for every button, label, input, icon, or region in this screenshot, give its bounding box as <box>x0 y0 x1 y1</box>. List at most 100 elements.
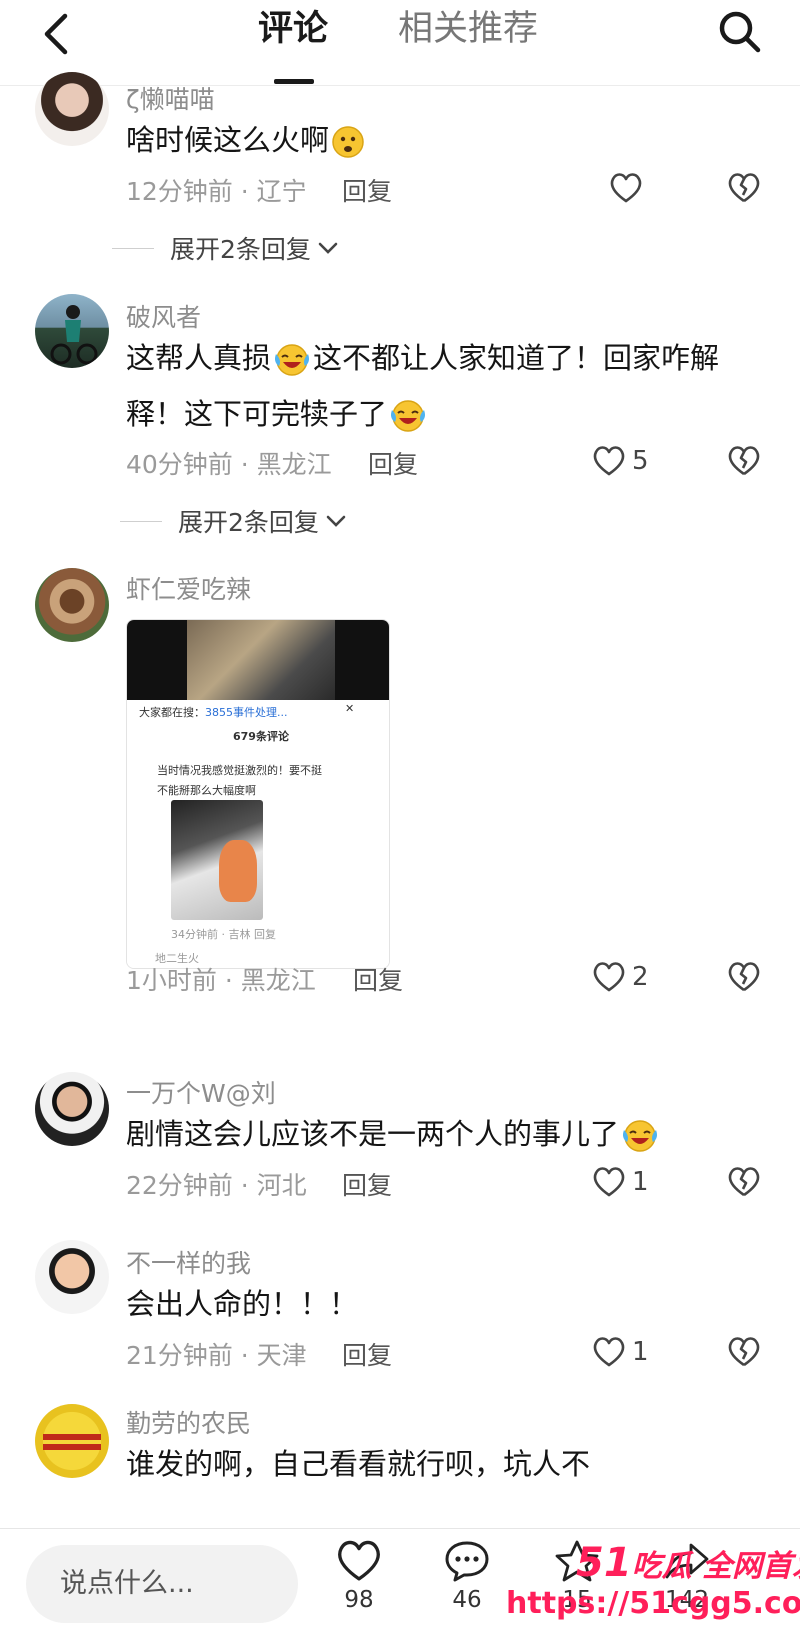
like-count: 98 <box>344 1587 374 1613</box>
broken-heart-icon <box>728 446 760 476</box>
comment-location: 辽宁 <box>256 177 307 206</box>
like-button[interactable]: 1 <box>592 1332 649 1372</box>
expand-replies-label: 展开2条回复 <box>178 508 319 537</box>
chevron-down-icon <box>318 242 338 254</box>
like-button[interactable]: 5 <box>592 441 649 481</box>
reply-button[interactable]: 回复 <box>342 1166 392 1202</box>
broken-heart-icon <box>728 1337 760 1367</box>
tab-comments[interactable]: 评论 <box>258 6 328 52</box>
avatar[interactable] <box>35 1240 109 1314</box>
embedded-line-1: 当时情况我感觉挺激烈的！要不挺 <box>157 764 322 777</box>
heart-outline-icon <box>338 1540 380 1581</box>
heart-outline-icon <box>593 962 625 992</box>
dislike-button[interactable] <box>724 441 764 481</box>
reply-button[interactable]: 回复 <box>353 961 403 997</box>
comment-username[interactable]: 不一样的我 <box>126 1244 251 1280</box>
comment-time: 21分钟前 <box>126 1341 233 1370</box>
dislike-button[interactable] <box>724 1162 764 1202</box>
comment-input[interactable]: 说点什么... <box>26 1545 298 1623</box>
search-button[interactable] <box>712 4 768 60</box>
comment-item: 虾仁爱吃辣 大家都在搜：3855事件处理... ✕ 679条评论 当时情况我感觉… <box>0 566 800 1016</box>
comment-location: 天津 <box>256 1341 307 1370</box>
avatar[interactable] <box>35 1072 109 1146</box>
star-outline-icon <box>555 1540 599 1582</box>
crying-laughing-emoji-icon <box>623 1120 658 1152</box>
comment-text: 这帮人真损 这不都让人家知道了！回家咋解释！这下可完犊子了 <box>126 330 766 442</box>
frown-emoji-icon <box>332 126 364 158</box>
embedded-comment-panel: 大家都在搜：3855事件处理... ✕ 679条评论 当时情况我感觉挺激烈的！要… <box>127 700 389 968</box>
comment-username[interactable]: 虾仁爱吃辣 <box>126 570 251 606</box>
comment-location: 黑龙江 <box>256 450 332 479</box>
expand-replies-button[interactable]: 展开2条回复 <box>120 503 347 539</box>
tab-related-recommendations[interactable]: 相关推荐 <box>398 6 538 52</box>
embedded-sticker <box>219 840 257 902</box>
like-count: 1 <box>632 1337 649 1367</box>
expand-replies-label: 展开2条回复 <box>170 235 311 264</box>
broken-heart-icon <box>728 1167 760 1197</box>
close-icon: ✕ <box>345 702 355 715</box>
chevron-left-icon <box>44 13 68 55</box>
comment-username[interactable]: 勤劳的农民 <box>126 1404 251 1440</box>
comment-bubble-icon <box>445 1541 489 1582</box>
dislike-button[interactable] <box>724 957 764 997</box>
search-icon <box>719 11 761 53</box>
back-button[interactable] <box>30 8 82 60</box>
comment-item: 一万个W@刘 剧情这会儿应该不是一两个人的事儿了 22分钟前 · 河北 回复 1 <box>0 1072 800 1230</box>
reply-button[interactable]: 回复 <box>368 445 418 481</box>
crying-laughing-emoji-icon <box>275 344 310 376</box>
broken-heart-icon <box>728 962 760 992</box>
comment-location: 黑龙江 <box>240 966 316 995</box>
comment-text: 会出人命的！！！ <box>126 1287 359 1321</box>
dislike-button[interactable] <box>724 168 764 208</box>
reply-button[interactable]: 回复 <box>342 1336 392 1372</box>
expand-replies-button[interactable]: 展开2条回复 <box>112 230 339 266</box>
heart-outline-icon <box>610 173 642 203</box>
avatar[interactable] <box>35 1404 109 1478</box>
active-tab-indicator <box>274 79 314 84</box>
reply-button[interactable]: 回复 <box>342 172 392 208</box>
comment-meta: 1小时前 · 黑龙江 <box>126 966 316 995</box>
divider-line <box>120 520 162 522</box>
comment-item: 不一样的我 会出人命的！！！ 21分钟前 · 天津 回复 1 <box>0 1240 800 1400</box>
comment-meta: 40分钟前 · 黑龙江 <box>126 450 332 479</box>
comment-time: 12分钟前 <box>126 177 233 206</box>
comment-meta: 12分钟前 · 辽宁 <box>126 177 307 206</box>
comment-text: 啥时候这么火啊 <box>126 112 766 168</box>
comment-username[interactable]: 破风者 <box>126 298 201 334</box>
favorite-button[interactable]: 15 <box>542 1539 612 1613</box>
comment-username[interactable]: 一万个W@刘 <box>126 1074 276 1110</box>
avatar[interactable] <box>35 294 109 368</box>
share-count: 142 <box>665 1587 709 1613</box>
comment-count: 46 <box>452 1587 482 1613</box>
share-arrow-icon <box>665 1543 709 1579</box>
favorite-count: 15 <box>562 1587 592 1613</box>
broken-heart-icon <box>728 173 760 203</box>
divider-line <box>112 247 154 249</box>
avatar[interactable] <box>35 72 109 146</box>
comment-text-content: 这帮人真损 <box>126 341 272 375</box>
dislike-button[interactable] <box>724 1332 764 1372</box>
like-button[interactable]: 1 <box>592 1162 649 1202</box>
comment-location: 河北 <box>256 1171 307 1200</box>
avatar[interactable] <box>35 568 109 642</box>
comment-time: 40分钟前 <box>126 450 233 479</box>
embedded-meta: 34分钟前 · 吉林 回复 <box>171 928 276 941</box>
top-nav-bar: 评论 相关推荐 <box>0 0 800 86</box>
image-photo <box>187 620 335 700</box>
comment-item: ζ懒喵喵 啥时候这么火啊 12分钟前 · 辽宁 回复 展开2条回复 <box>0 72 800 286</box>
share-button[interactable]: 142 <box>652 1539 722 1613</box>
crying-laughing-emoji-icon <box>391 400 426 432</box>
comment-item: 勤劳的农民 谁发的啊，自己看看就行呗，坑人不 <box>0 1404 800 1528</box>
comment-username[interactable]: ζ懒喵喵 <box>126 80 215 116</box>
like-count: 1 <box>632 1167 649 1197</box>
comment-text: 谁发的啊，自己看看就行呗，坑人不 <box>126 1447 591 1481</box>
cyclist-avatar-icon <box>50 305 98 365</box>
comment-image[interactable]: 大家都在搜：3855事件处理... ✕ 679条评论 当时情况我感觉挺激烈的！要… <box>126 619 390 969</box>
comment-text: 剧情这会儿应该不是一两个人的事儿了 <box>126 1106 766 1162</box>
like-video-button[interactable]: 98 <box>324 1539 394 1613</box>
heart-outline-icon <box>593 1167 625 1197</box>
comment-text-content: 剧情这会儿应该不是一两个人的事儿了 <box>126 1117 620 1151</box>
like-button[interactable] <box>609 168 643 208</box>
comments-button[interactable]: 46 <box>432 1539 502 1613</box>
like-button[interactable]: 2 <box>592 957 649 997</box>
